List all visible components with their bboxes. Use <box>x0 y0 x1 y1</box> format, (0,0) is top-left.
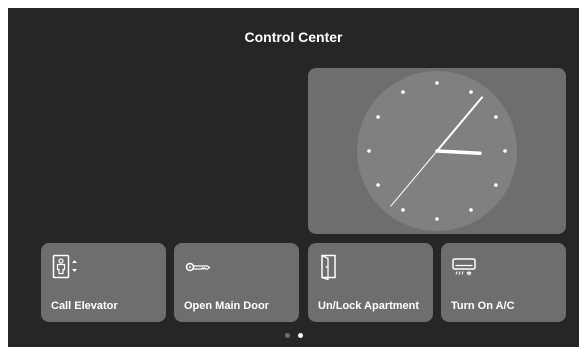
unlock-apartment-button[interactable]: Un/Lock Apartment <box>308 243 433 322</box>
hour-marker <box>494 115 498 119</box>
door-icon <box>321 254 336 280</box>
page-dot-2[interactable] <box>297 333 303 338</box>
analog-clock <box>357 71 517 231</box>
hour-marker <box>401 90 405 94</box>
turn-on-ac-button[interactable]: Turn On A/C <box>441 243 566 322</box>
call-elevator-button[interactable]: Call Elevator <box>41 243 166 322</box>
clock-widget <box>308 68 566 234</box>
hour-marker <box>401 208 405 212</box>
tile-label: Un/Lock Apartment <box>318 300 420 312</box>
tile-label: Call Elevator <box>51 300 118 312</box>
hour-marker <box>376 115 380 119</box>
tile-label: Open Main Door <box>184 300 269 312</box>
page-title: Control Center <box>244 29 343 45</box>
hour-marker <box>469 90 473 94</box>
control-center-screen: Control Center Call Elevator Open Main D… <box>8 8 579 347</box>
elevator-icon <box>52 254 77 279</box>
hour-marker <box>435 81 439 85</box>
hour-marker <box>494 183 498 187</box>
page-indicator <box>8 333 579 338</box>
key-icon <box>185 262 211 272</box>
hour-marker <box>435 217 439 221</box>
hour-marker <box>503 149 507 153</box>
hour-marker <box>469 208 473 212</box>
hour-marker <box>367 149 371 153</box>
open-main-door-button[interactable]: Open Main Door <box>174 243 299 322</box>
page-dot-1[interactable] <box>284 333 290 338</box>
air-conditioner-icon <box>452 258 476 276</box>
hour-hand <box>435 149 482 155</box>
hour-marker <box>376 183 380 187</box>
tile-label: Turn On A/C <box>451 300 515 312</box>
